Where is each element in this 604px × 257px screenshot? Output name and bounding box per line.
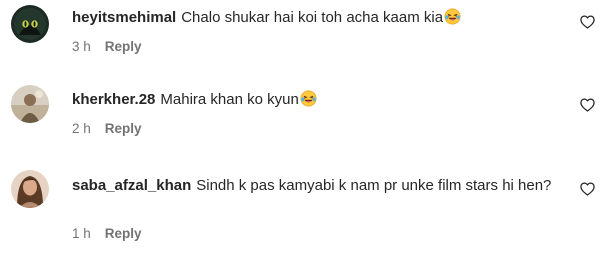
- comment-text: saba_afzal_khan Sindh k pas kamyabi k nam…: [72, 176, 562, 196]
- comment-item: heyitsmehimal Chalo shukar hai koi toh ac…: [0, 0, 604, 70]
- comment-body: Mahira khan ko kyun: [160, 91, 299, 108]
- reply-button[interactable]: Reply: [105, 226, 142, 241]
- reply-button[interactable]: Reply: [105, 121, 142, 136]
- avatar[interactable]: [11, 170, 49, 208]
- comment-timestamp: 3 h: [72, 39, 91, 54]
- laughing-tears-emoji: [300, 90, 317, 107]
- heart-outline-icon[interactable]: [580, 182, 595, 196]
- comment-item: kherkher.28 Mahira khan ko kyun 2 h Reply: [0, 70, 604, 150]
- avatar[interactable]: [11, 5, 49, 43]
- comment-text: kherkher.28 Mahira khan ko kyun: [72, 90, 562, 110]
- avatar[interactable]: [11, 85, 49, 123]
- comment-username[interactable]: kherkher.28: [72, 91, 155, 108]
- comment-meta: 3 h Reply: [72, 39, 142, 55]
- heart-outline-icon[interactable]: [580, 15, 595, 29]
- comment-username[interactable]: heyitsmehimal: [72, 9, 176, 26]
- comment-timestamp: 2 h: [72, 121, 91, 136]
- comment-body: Sindh k pas kamyabi k nam pr unke film s…: [196, 177, 552, 194]
- comment-meta: 1 h Reply: [72, 226, 142, 242]
- comment-username[interactable]: saba_afzal_khan: [72, 177, 191, 194]
- comment-body: Chalo shukar hai koi toh acha kaam kia: [181, 9, 444, 26]
- reply-button[interactable]: Reply: [105, 39, 142, 54]
- laughing-tears-emoji: [444, 8, 461, 25]
- comment-item: saba_afzal_khan Sindh k pas kamyabi k nam…: [0, 150, 604, 257]
- comment-meta: 2 h Reply: [72, 121, 142, 137]
- heart-outline-icon[interactable]: [580, 98, 595, 112]
- comment-text: heyitsmehimal Chalo shukar hai koi toh ac…: [72, 8, 562, 28]
- comment-timestamp: 1 h: [72, 226, 91, 241]
